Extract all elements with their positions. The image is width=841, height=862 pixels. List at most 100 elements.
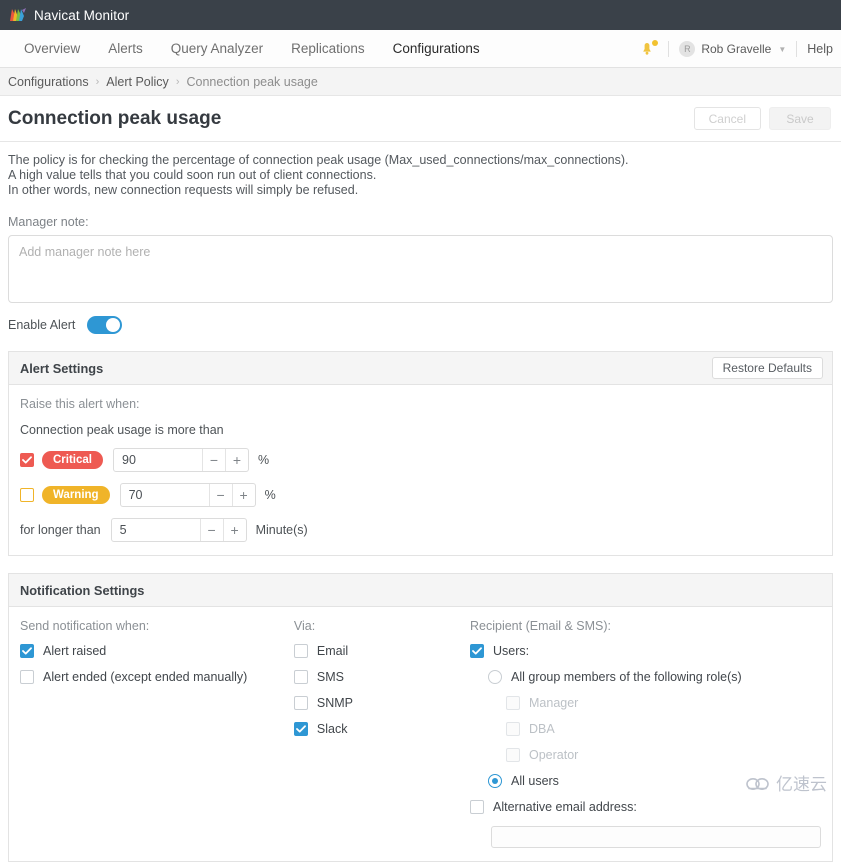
via-sms-checkbox[interactable] [294,670,308,684]
warning-badge: Warning [42,486,110,504]
breadcrumb-item-alert-policy[interactable]: Alert Policy [106,75,169,89]
breadcrumb-item-configurations[interactable]: Configurations [8,75,89,89]
policy-description-line-2: A high value tells that you could soon r… [8,168,833,183]
role-operator-label: Operator [529,748,578,762]
nav-item-replications[interactable]: Replications [277,30,379,67]
help-link[interactable]: Help [807,42,833,56]
alternative-email-row: Alternative email address: [470,800,821,814]
notification-columns: Send notification when: Alert raised Ale… [20,619,821,848]
duration-increment-button[interactable]: + [223,519,246,541]
critical-decrement-button[interactable]: − [202,449,225,471]
manager-note-input[interactable]: Add manager note here [8,235,833,303]
critical-threshold-stepper[interactable]: 90 − + [113,448,249,472]
nav-item-overview[interactable]: Overview [10,30,94,67]
recipient-users-checkbox[interactable] [470,644,484,658]
user-menu[interactable]: R Rob Gravelle ▼ [679,41,786,57]
critical-threshold-value[interactable]: 90 [114,453,202,467]
warning-increment-button[interactable]: + [232,484,255,506]
via-sms-label: SMS [317,670,344,684]
recipient-roles-radio-row: All group members of the following role(… [488,670,821,684]
alternative-email-input[interactable] [491,826,821,848]
page-header: Connection peak usage Cancel Save [0,96,841,142]
warning-decrement-button[interactable]: − [209,484,232,506]
via-email-checkbox[interactable] [294,644,308,658]
warning-unit-label: % [265,488,276,502]
recipient-users-label: Users: [493,644,529,658]
app-title: Navicat Monitor [34,8,129,23]
role-manager-checkbox [506,696,520,710]
alert-raised-checkbox[interactable] [20,644,34,658]
notification-settings-header: Notification Settings [9,574,832,607]
alert-raised-row: Alert raised [20,644,294,658]
nav-item-query-analyzer[interactable]: Query Analyzer [157,30,277,67]
alert-settings-body: Raise this alert when: Connection peak u… [9,385,832,555]
page-title: Connection peak usage [8,108,221,130]
user-name: Rob Gravelle [701,42,771,56]
all-group-members-radio[interactable] [488,670,502,684]
alert-settings-panel: Alert Settings Restore Defaults Raise th… [8,351,833,556]
duration-value[interactable]: 5 [112,523,200,537]
divider [668,41,669,57]
nav-item-alerts[interactable]: Alerts [94,30,157,67]
app-titlebar: Navicat Monitor [0,0,841,30]
alternative-email-checkbox[interactable] [470,800,484,814]
recipient-column: Recipient (Email & SMS): Users: All grou… [470,619,821,848]
check-icon [22,456,32,464]
notification-bell-button[interactable] [636,38,658,60]
via-heading: Via: [294,619,470,633]
page-action-buttons: Cancel Save [694,107,831,130]
enable-alert-toggle[interactable] [87,316,122,334]
role-operator-row: Operator [506,748,821,762]
raise-alert-when-label: Raise this alert when: [20,397,821,411]
page-content: The policy is for checking the percentag… [0,153,841,862]
critical-increment-button[interactable]: + [225,449,248,471]
cancel-button[interactable]: Cancel [694,107,761,130]
alert-settings-header: Alert Settings Restore Defaults [9,352,832,385]
check-icon [296,725,306,733]
via-email-label: Email [317,644,348,658]
policy-description: The policy is for checking the percentag… [8,153,833,198]
nav-item-configurations[interactable]: Configurations [379,30,494,67]
via-slack-label: Slack [317,722,348,736]
alert-ended-checkbox[interactable] [20,670,34,684]
check-icon [472,647,482,655]
critical-checkbox[interactable] [20,453,34,467]
warning-checkbox[interactable] [20,488,34,502]
restore-defaults-button[interactable]: Restore Defaults [712,357,823,379]
warning-threshold-stepper[interactable]: 70 − + [120,483,256,507]
via-slack-checkbox[interactable] [294,722,308,736]
duration-label: for longer than [20,523,101,537]
role-dba-label: DBA [529,722,555,736]
manager-note-label: Manager note: [8,215,833,229]
recipient-users-row: Users: [470,644,821,658]
nav-items: Overview Alerts Query Analyzer Replicati… [10,30,494,67]
main-navbar: Overview Alerts Query Analyzer Replicati… [0,30,841,68]
role-manager-row: Manager [506,696,821,710]
warning-threshold-value[interactable]: 70 [121,488,209,502]
save-button[interactable]: Save [769,107,831,130]
via-email-row: Email [294,644,470,658]
radio-dot [492,778,498,784]
breadcrumb: Configurations › Alert Policy › Connecti… [0,68,841,96]
all-group-members-label: All group members of the following role(… [511,670,742,684]
duration-stepper[interactable]: 5 − + [111,518,247,542]
critical-badge: Critical [42,451,103,469]
role-dba-checkbox [506,722,520,736]
duration-decrement-button[interactable]: − [200,519,223,541]
policy-description-line-1: The policy is for checking the percentag… [8,153,833,168]
via-sms-row: SMS [294,670,470,684]
all-users-radio[interactable] [488,774,502,788]
duration-row: for longer than 5 − + Minute(s) [20,518,821,542]
enable-alert-label: Enable Alert [8,318,75,332]
alert-condition-label: Connection peak usage is more than [20,423,821,437]
breadcrumb-separator: › [96,76,100,88]
duration-unit-label: Minute(s) [256,523,308,537]
via-slack-row: Slack [294,722,470,736]
alert-ended-label: Alert ended (except ended manually) [43,670,247,684]
recipient-heading: Recipient (Email & SMS): [470,619,821,633]
via-snmp-checkbox[interactable] [294,696,308,710]
breadcrumb-separator: › [176,76,180,88]
navicat-logo-icon [8,6,34,24]
via-snmp-row: SNMP [294,696,470,710]
watermark-text: 亿速云 [776,770,827,795]
